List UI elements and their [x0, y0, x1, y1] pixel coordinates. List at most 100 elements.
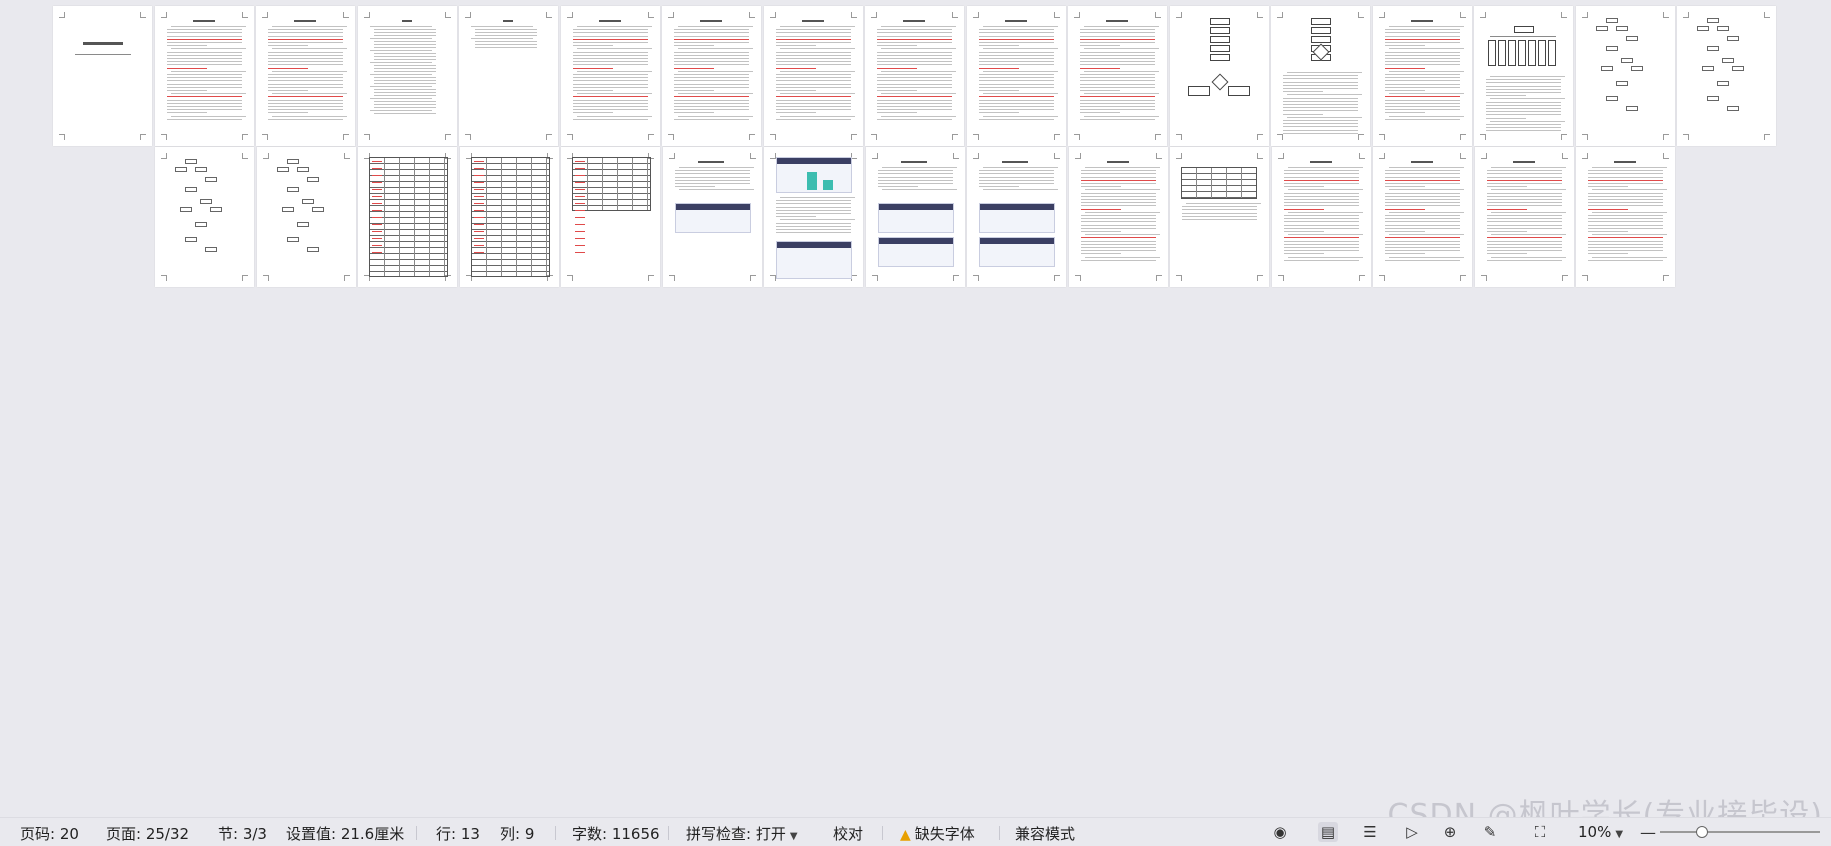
page-margin-mark	[241, 12, 248, 18]
zoom-out-button[interactable]: —	[1640, 823, 1656, 842]
text-line	[978, 96, 1054, 98]
page-thumbnail[interactable]	[1474, 6, 1573, 146]
page-thumbnail[interactable]	[560, 6, 660, 146]
text-line	[1588, 215, 1663, 216]
page-margin-mark	[1561, 153, 1568, 159]
pen-icon[interactable]: ✎	[1480, 822, 1500, 842]
text-line	[978, 64, 1054, 66]
text-line	[1588, 259, 1663, 261]
page-thumbnail[interactable]	[967, 147, 1066, 287]
text-line	[1080, 77, 1155, 79]
text-line	[776, 206, 851, 208]
page-thumbnail[interactable]	[1170, 147, 1269, 287]
section-indicator[interactable]: 节: 3/3	[218, 823, 267, 844]
text-line	[170, 70, 246, 72]
page-thumbnail[interactable]	[1474, 147, 1574, 287]
page-thumbnail[interactable]	[1372, 6, 1472, 146]
zoom-slider-handle[interactable]	[1696, 826, 1708, 838]
page-thumbnail[interactable]	[865, 147, 965, 287]
page-thumbnail[interactable]	[763, 6, 863, 146]
page-thumbnail[interactable]	[256, 147, 356, 287]
fit-screen-icon[interactable]: ⛶	[1530, 822, 1550, 842]
page-count-indicator[interactable]: 页面: 25/32	[106, 823, 189, 844]
text-line	[1080, 64, 1155, 66]
text-line	[780, 197, 855, 198]
setting-value-indicator[interactable]: 设置值: 21.6厘米	[286, 823, 404, 844]
page-thumbnail[interactable]	[256, 6, 355, 146]
text-line	[674, 35, 749, 37]
page-view-icon[interactable]: ▤	[1318, 822, 1338, 842]
page-content-mark	[776, 241, 852, 279]
page-thumbnail[interactable]	[155, 147, 254, 287]
text-line	[166, 96, 242, 98]
page-margin-mark	[161, 275, 167, 281]
text-line	[776, 200, 851, 202]
page-content-mark	[979, 237, 1055, 267]
page-thumbnail[interactable]	[53, 6, 152, 146]
page-thumbnail[interactable]	[1169, 6, 1269, 146]
eye-icon[interactable]: ◉	[1270, 822, 1290, 842]
text-line	[678, 70, 753, 72]
page-thumbnail[interactable]	[662, 6, 761, 146]
row-indicator[interactable]: 行: 13	[436, 823, 480, 844]
page-content-mark	[473, 252, 484, 253]
page-content-mark	[471, 38, 533, 39]
text-line	[881, 189, 957, 191]
text-line	[1080, 118, 1155, 120]
text-line	[1588, 208, 1628, 210]
missing-fonts-button[interactable]: ▲ 缺失字体	[900, 823, 975, 844]
page-thumbnail[interactable]	[1373, 147, 1472, 287]
text-line	[979, 176, 1054, 178]
document-page-grid[interactable]	[0, 0, 1831, 818]
page-content-mark	[1620, 58, 1633, 63]
text-line	[674, 173, 750, 175]
page-thumbnail[interactable]	[662, 147, 762, 287]
text-line	[572, 61, 648, 63]
page-thumbnail[interactable]	[358, 147, 457, 287]
spellcheck-toggle[interactable]: 拼写检查: 打开 ▼	[686, 823, 798, 844]
text-line	[877, 173, 953, 175]
zoom-level-select[interactable]: 10% ▼	[1578, 823, 1623, 841]
page-thumbnail[interactable]	[865, 6, 964, 146]
page-thumbnail[interactable]	[1068, 147, 1168, 287]
text-line	[674, 77, 749, 79]
page-thumbnail[interactable]	[1271, 147, 1371, 287]
page-thumbnail[interactable]	[1576, 147, 1675, 287]
column-indicator[interactable]: 列: 9	[500, 823, 534, 844]
text-line	[877, 74, 952, 75]
globe-icon[interactable]: ⊕	[1440, 822, 1460, 842]
page-content-mark	[1187, 86, 1210, 96]
page-content-mark	[373, 89, 436, 90]
text-line	[1588, 224, 1663, 226]
text-line	[674, 109, 749, 111]
proofread-button[interactable]: 校对	[833, 823, 863, 844]
play-icon[interactable]: ▷	[1402, 822, 1422, 842]
page-thumbnail[interactable]	[1068, 6, 1167, 146]
page-thumbnail[interactable]	[966, 6, 1066, 146]
page-thumbnail[interactable]	[1677, 6, 1776, 146]
text-line	[1084, 167, 1160, 168]
text-line	[1283, 88, 1358, 89]
page-thumbnail[interactable]	[459, 6, 558, 146]
status-separator	[416, 826, 417, 840]
page-thumbnail[interactable]	[1271, 6, 1370, 146]
page-content-mark	[473, 182, 484, 183]
text-line	[978, 45, 1019, 47]
page-thumbnail[interactable]	[764, 147, 863, 287]
page-content-mark	[1311, 18, 1331, 25]
page-content-mark	[286, 237, 299, 242]
word-count-indicator[interactable]: 字数: 11656	[572, 823, 660, 844]
text-line	[572, 77, 648, 79]
page-thumbnail[interactable]	[459, 147, 559, 287]
page-thumbnail[interactable]	[1575, 6, 1675, 146]
page-code-indicator[interactable]: 页码: 20	[20, 823, 79, 844]
outline-icon[interactable]: ☰	[1360, 822, 1380, 842]
page-thumbnail[interactable]	[357, 6, 457, 146]
page-margin-mark	[140, 12, 146, 18]
page-content-mark	[980, 238, 1054, 244]
page-thumbnail[interactable]	[561, 147, 660, 287]
zoom-slider[interactable]	[1660, 831, 1820, 833]
page-thumbnail[interactable]	[154, 6, 254, 146]
text-line	[166, 109, 242, 111]
page-margin-mark	[1277, 134, 1283, 140]
